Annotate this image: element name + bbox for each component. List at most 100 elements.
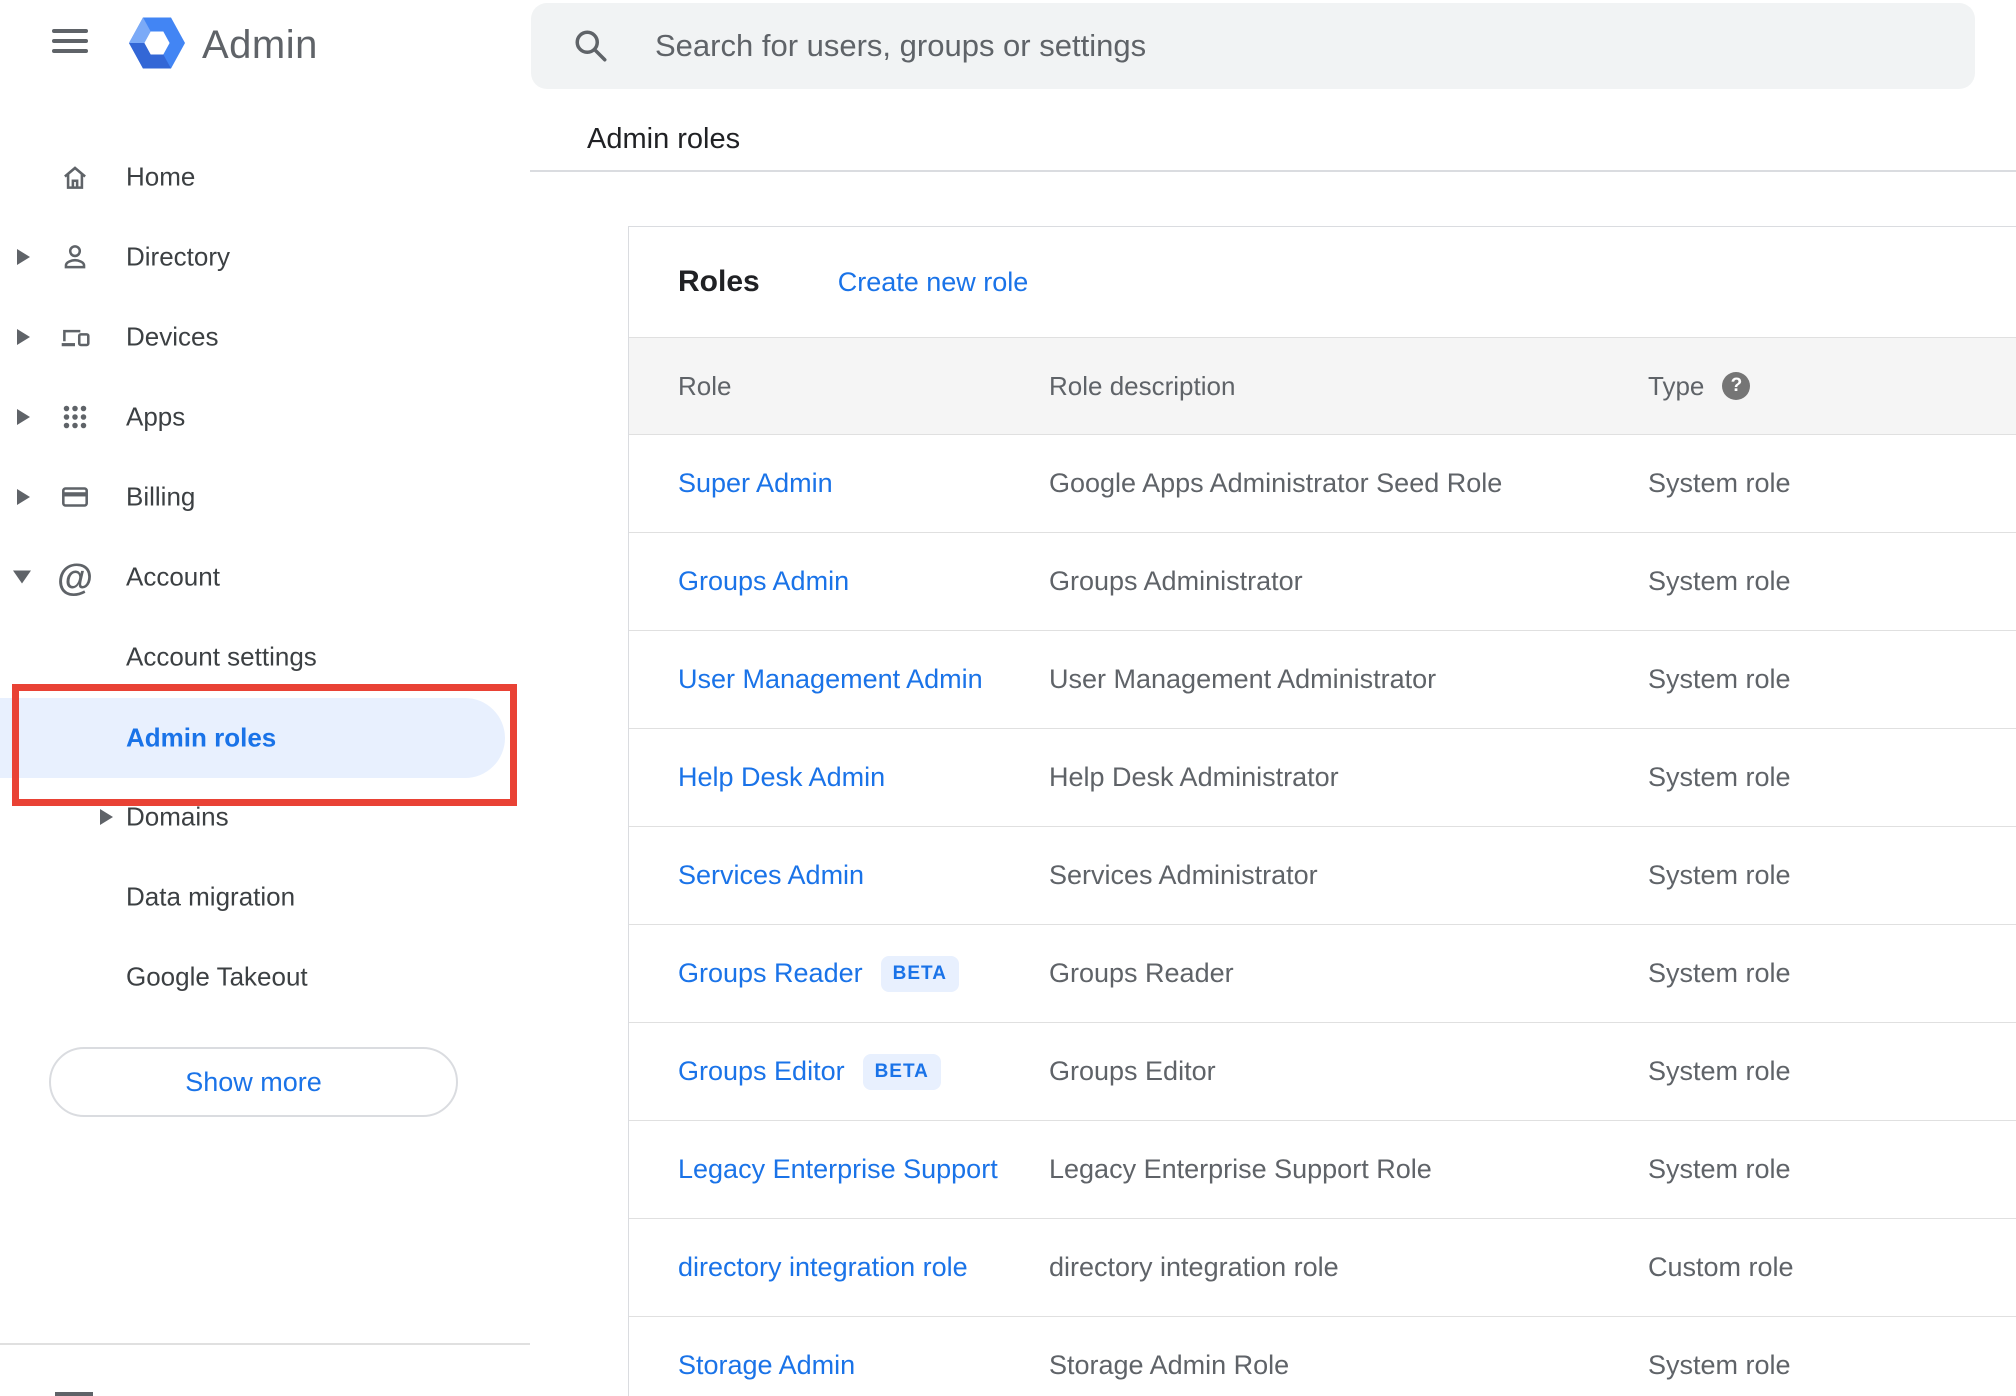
beta-badge: BETA xyxy=(880,955,959,992)
table-row: directory integration role directory int… xyxy=(629,1219,2016,1317)
table-row: Legacy Enterprise Support Legacy Enterpr… xyxy=(629,1121,2016,1219)
role-type: System role xyxy=(1648,566,1791,596)
role-description: Groups Administrator xyxy=(1049,566,1303,596)
role-link[interactable]: Storage Admin xyxy=(678,1350,855,1381)
role-description: Groups Editor xyxy=(1049,1056,1216,1086)
roles-card-header: Roles Create new role xyxy=(629,227,2016,337)
sidebar-item-apps[interactable]: Apps xyxy=(0,377,530,457)
home-icon xyxy=(58,160,92,194)
role-description: Legacy Enterprise Support Role xyxy=(1049,1154,1432,1184)
expand-caret-icon[interactable] xyxy=(17,489,30,505)
content-divider xyxy=(530,170,2016,172)
table-row: Groups Reader BETA Groups Reader System … xyxy=(629,925,2016,1023)
table-row: Groups Editor BETA Groups Editor System … xyxy=(629,1023,2016,1121)
cut-off-nav-icon xyxy=(55,1392,93,1396)
sidebar-item-billing[interactable]: Billing xyxy=(0,457,530,537)
table-header-row: Role Role description Type ? xyxy=(629,337,2016,435)
table-row: Groups Admin Groups Administrator System… xyxy=(629,533,2016,631)
role-link[interactable]: Groups Reader xyxy=(678,958,863,989)
table-row: User Management Admin User Management Ad… xyxy=(629,631,2016,729)
credit-card-icon xyxy=(58,480,92,514)
role-description: Services Administrator xyxy=(1049,860,1318,890)
role-link[interactable]: Groups Editor xyxy=(678,1056,845,1087)
sidebar-item-account-settings[interactable]: Account settings xyxy=(0,617,530,697)
column-header-role: Role xyxy=(678,370,732,401)
sidebar-item-label: Data migration xyxy=(126,881,296,912)
card-title: Roles xyxy=(678,265,760,298)
beta-badge: BETA xyxy=(862,1053,941,1090)
sidebar-item-label: Home xyxy=(126,161,196,192)
show-more-button[interactable]: Show more xyxy=(49,1047,458,1117)
expand-caret-icon[interactable] xyxy=(17,409,30,425)
role-type: System role xyxy=(1648,860,1791,890)
app-title: Admin xyxy=(202,23,318,67)
sidebar-item-devices[interactable]: Devices xyxy=(0,297,530,377)
at-sign-icon: @ xyxy=(56,556,94,598)
role-type: System role xyxy=(1648,762,1791,792)
role-type: System role xyxy=(1648,468,1791,498)
breadcrumb: Admin roles xyxy=(587,123,741,155)
sidebar-nav: Home Directory Devices Apps Billing @ Ac… xyxy=(0,137,530,1017)
sidebar-item-label: Billing xyxy=(126,481,196,512)
hamburger-menu-icon[interactable] xyxy=(52,29,88,53)
role-link[interactable]: Legacy Enterprise Support xyxy=(678,1154,998,1185)
sidebar-item-admin-roles[interactable]: Admin roles xyxy=(0,697,530,778)
sidebar-item-google-takeout[interactable]: Google Takeout xyxy=(0,937,530,1017)
sidebar-item-home[interactable]: Home xyxy=(0,137,530,217)
column-header-type: Type ? xyxy=(1648,371,2016,402)
table-row: Services Admin Services Administrator Sy… xyxy=(629,827,2016,925)
search-icon xyxy=(575,30,607,62)
expand-caret-icon[interactable] xyxy=(100,809,113,825)
role-link[interactable]: Groups Admin xyxy=(678,566,849,597)
role-description: Google Apps Administrator Seed Role xyxy=(1049,468,1503,498)
role-description: Help Desk Administrator xyxy=(1049,762,1339,792)
sidebar-item-label: Account settings xyxy=(126,641,317,672)
sidebar-item-label: Google Takeout xyxy=(126,961,308,992)
selected-item-highlight: Admin roles xyxy=(0,698,505,778)
devices-icon xyxy=(58,320,92,354)
apps-grid-icon xyxy=(58,400,92,434)
admin-logo: Admin xyxy=(128,14,318,77)
person-icon xyxy=(58,240,92,274)
admin-hexagon-icon xyxy=(128,14,186,77)
role-type: System role xyxy=(1648,1350,1791,1380)
sidebar-item-label: Domains xyxy=(126,801,229,832)
role-description: User Management Administrator xyxy=(1049,664,1437,694)
role-link[interactable]: Services Admin xyxy=(678,860,864,891)
sidebar-item-label: Admin roles xyxy=(126,722,277,753)
role-description: directory integration role xyxy=(1049,1252,1339,1282)
role-type: System role xyxy=(1648,958,1791,988)
table-row: Storage Admin Storage Admin Role System … xyxy=(629,1317,2016,1396)
sidebar-bottom-divider xyxy=(0,1343,530,1345)
sidebar-item-label: Apps xyxy=(126,401,186,432)
sidebar-item-account[interactable]: @ Account xyxy=(0,537,530,617)
sidebar-item-label: Devices xyxy=(126,321,219,352)
sidebar-item-label: Account xyxy=(126,561,220,592)
create-new-role-link[interactable]: Create new role xyxy=(838,267,1029,298)
role-link[interactable]: directory integration role xyxy=(678,1252,968,1283)
sidebar-item-label: Directory xyxy=(126,241,231,272)
admin-console-screen: Admin Admin roles Home xyxy=(0,0,2016,1396)
sidebar-item-domains[interactable]: Domains xyxy=(0,777,530,857)
search-input[interactable] xyxy=(653,27,1975,65)
role-description: Storage Admin Role xyxy=(1049,1350,1290,1380)
help-question-icon[interactable]: ? xyxy=(1722,372,1751,400)
column-header-role-description: Role description xyxy=(1049,370,1236,401)
expand-caret-icon[interactable] xyxy=(17,249,30,265)
role-type: System role xyxy=(1648,664,1791,694)
collapse-caret-icon[interactable] xyxy=(13,570,31,584)
sidebar-item-directory[interactable]: Directory xyxy=(0,217,530,297)
role-link[interactable]: Help Desk Admin xyxy=(678,762,885,793)
expand-caret-icon[interactable] xyxy=(17,329,30,345)
role-type: System role xyxy=(1648,1056,1791,1086)
role-description: Groups Reader xyxy=(1049,958,1234,988)
role-link[interactable]: User Management Admin xyxy=(678,664,983,695)
role-type: Custom role xyxy=(1648,1252,1794,1282)
table-row: Help Desk Admin Help Desk Administrator … xyxy=(629,729,2016,827)
global-search-bar[interactable] xyxy=(531,3,1975,89)
role-link[interactable]: Super Admin xyxy=(678,468,833,499)
sidebar-item-data-migration[interactable]: Data migration xyxy=(0,857,530,937)
role-type: System role xyxy=(1648,1154,1791,1184)
roles-card: Roles Create new role Role Role descript… xyxy=(628,226,2016,1396)
table-row: Super Admin Google Apps Administrator Se… xyxy=(629,435,2016,533)
